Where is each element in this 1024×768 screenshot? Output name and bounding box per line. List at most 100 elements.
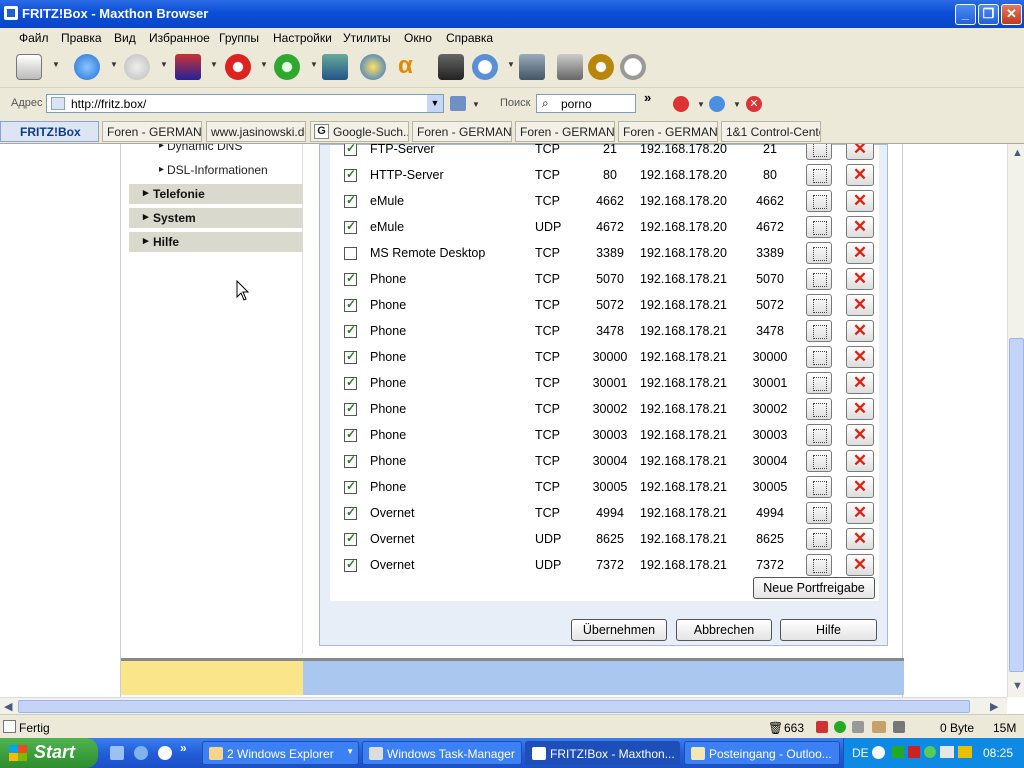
sidebar-subitem-dynamic-dns[interactable]: Dynamic DNS: [159, 144, 242, 153]
tray-expand-icon[interactable]: [872, 746, 885, 759]
close-button[interactable]: ✕: [1001, 4, 1022, 25]
edit-icon[interactable]: [806, 144, 832, 160]
sidebar-item-telefonie[interactable]: Telefonie: [129, 184, 303, 204]
enable-checkbox[interactable]: [344, 427, 357, 442]
home-icon[interactable]: [322, 54, 348, 80]
favorites-icon[interactable]: [360, 54, 386, 80]
delete-icon[interactable]: ✕: [846, 528, 874, 550]
tab-foren-4[interactable]: Foren - GERMAN...: [618, 121, 718, 142]
delete-icon[interactable]: ✕: [846, 424, 874, 446]
delete-icon[interactable]: ✕: [846, 450, 874, 472]
edit-icon[interactable]: [806, 476, 832, 498]
edit-icon[interactable]: [806, 554, 832, 576]
back-icon[interactable]: [74, 54, 100, 80]
quicklaunch-media-icon[interactable]: [158, 746, 172, 760]
enable-checkbox[interactable]: [344, 531, 357, 546]
chevron-down-icon[interactable]: ▼: [472, 100, 480, 109]
menu-utilities[interactable]: Утилиты: [343, 31, 391, 45]
camera-icon[interactable]: [872, 721, 886, 733]
edit-icon[interactable]: [806, 450, 832, 472]
apply-button[interactable]: Übernehmen: [571, 619, 667, 641]
delete-icon[interactable]: ✕: [846, 320, 874, 342]
delete-icon[interactable]: ✕: [846, 502, 874, 524]
chevron-down-icon[interactable]: ▼: [110, 60, 118, 69]
enable-checkbox[interactable]: [344, 479, 357, 494]
delete-icon[interactable]: ✕: [846, 268, 874, 290]
enable-checkbox[interactable]: [344, 453, 357, 468]
close-tab-icon[interactable]: [175, 54, 201, 80]
stopwatch-icon[interactable]: [620, 54, 646, 80]
enable-checkbox[interactable]: [344, 247, 357, 260]
scroll-left-icon[interactable]: ◀: [4, 700, 12, 713]
menu-groups[interactable]: Группы: [219, 31, 259, 45]
sound-icon[interactable]: [852, 721, 864, 733]
ad-status-icon[interactable]: [834, 721, 846, 733]
edit-icon[interactable]: [806, 216, 832, 238]
tab-foren-3[interactable]: Foren - GERMAN...: [515, 121, 615, 142]
tools-icon[interactable]: [519, 54, 545, 80]
horizontal-scrollbar[interactable]: ◀ ▶: [0, 697, 1007, 714]
stop-icon[interactable]: [225, 54, 251, 80]
delete-icon[interactable]: ✕: [846, 372, 874, 394]
menu-view[interactable]: Вид: [114, 31, 136, 45]
tray-network-icon[interactable]: [940, 746, 954, 758]
cancel-button[interactable]: Abbrechen: [676, 619, 772, 641]
edit-status-icon[interactable]: [893, 721, 905, 733]
tab-foren-1[interactable]: Foren - GERMAN...: [102, 121, 202, 142]
sidebar-item-system[interactable]: System: [129, 208, 303, 228]
enable-checkbox[interactable]: [344, 505, 357, 520]
address-input[interactable]: http://fritz.box/ ▼: [46, 94, 444, 113]
enable-checkbox[interactable]: [344, 323, 357, 338]
start-button[interactable]: Start: [0, 738, 98, 768]
task-maxthon[interactable]: FRITZ!Box - Maxthon...: [525, 741, 680, 765]
horizontal-scroll-thumb[interactable]: [18, 700, 970, 713]
edit-icon[interactable]: [806, 398, 832, 420]
edit-icon[interactable]: [806, 372, 832, 394]
go-icon[interactable]: [450, 96, 466, 111]
edit-icon[interactable]: [806, 320, 832, 342]
edit-icon[interactable]: [806, 268, 832, 290]
menu-file[interactable]: Файл: [19, 31, 49, 45]
screenshot-icon[interactable]: [438, 54, 464, 80]
quicklaunch-more-icon[interactable]: »: [180, 741, 187, 755]
tray-security-icon[interactable]: [958, 746, 972, 758]
tray-kaspersky-icon[interactable]: [908, 746, 920, 758]
edit-icon[interactable]: [806, 164, 832, 186]
minimize-button[interactable]: _: [955, 4, 976, 25]
enable-checkbox[interactable]: [344, 557, 357, 572]
help-button[interactable]: Hilfe: [780, 619, 877, 641]
chevron-down-icon[interactable]: ▼: [310, 60, 318, 69]
delete-icon[interactable]: ✕: [846, 346, 874, 368]
delete-icon[interactable]: ✕: [846, 242, 874, 264]
task-outlook[interactable]: Posteingang - Outloo...: [684, 741, 840, 765]
chevron-down-icon[interactable]: ▼: [427, 95, 443, 112]
delete-icon[interactable]: ✕: [846, 398, 874, 420]
vertical-scrollbar[interactable]: ▲ ▼: [1007, 144, 1024, 697]
sidebar-subitem-dsl-info[interactable]: DSL-Informationen: [159, 163, 268, 177]
delete-icon[interactable]: ✕: [846, 476, 874, 498]
new-port-forward-button[interactable]: Neue Portfreigabe: [753, 577, 875, 599]
delete-icon[interactable]: ✕: [846, 164, 874, 186]
delete-icon[interactable]: ✕: [846, 216, 874, 238]
search-input[interactable]: ⌕ porno: [536, 94, 636, 113]
chevron-down-icon[interactable]: ▼: [210, 60, 218, 69]
enable-checkbox[interactable]: [344, 144, 357, 156]
tray-check-icon[interactable]: [924, 746, 936, 758]
new-window-icon[interactable]: [16, 54, 42, 80]
edit-icon[interactable]: [806, 528, 832, 550]
maximize-button[interactable]: ❐: [978, 4, 999, 25]
block-icon[interactable]: [673, 96, 689, 112]
delete-icon[interactable]: ✕: [846, 190, 874, 212]
task-windows-explorer[interactable]: 2 Windows Explorer ▼: [202, 741, 359, 765]
enable-checkbox[interactable]: [344, 401, 357, 416]
enable-checkbox[interactable]: [344, 349, 357, 364]
delete-icon[interactable]: ✕: [846, 294, 874, 316]
proxy-icon[interactable]: [557, 54, 583, 80]
delete-icon[interactable]: ✕: [846, 144, 874, 160]
ad-hunter-icon[interactable]: [709, 96, 725, 112]
task-task-manager[interactable]: Windows Task-Manager: [362, 741, 522, 765]
chevron-down-icon[interactable]: ▼: [160, 60, 168, 69]
tray-green-icon[interactable]: [892, 746, 904, 758]
close-all-icon[interactable]: ✕: [746, 96, 762, 112]
enable-checkbox[interactable]: [344, 297, 357, 312]
